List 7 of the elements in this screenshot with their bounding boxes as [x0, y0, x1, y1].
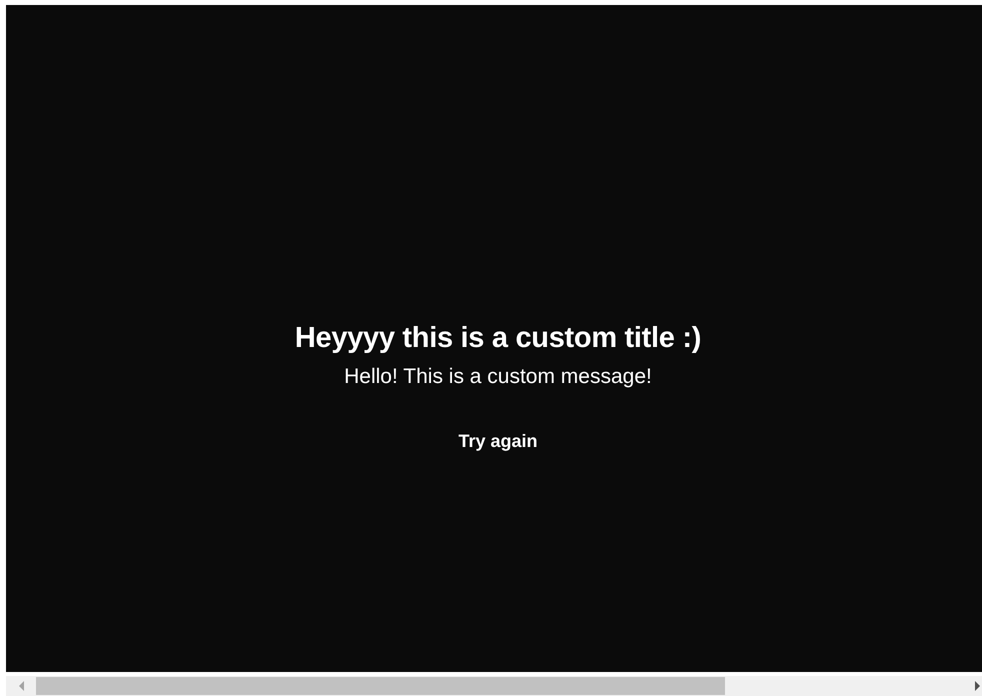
scroll-right-icon[interactable] — [973, 681, 981, 691]
retry-button[interactable]: Try again — [448, 426, 548, 456]
horizontal-scrollbar[interactable] — [6, 676, 982, 696]
error-message: Hello! This is a custom message! — [344, 364, 652, 388]
error-title: Heyyyy this is a custom title :) — [294, 322, 702, 354]
scrollbar-thumb[interactable] — [36, 677, 725, 695]
scroll-left-icon[interactable] — [18, 681, 26, 691]
